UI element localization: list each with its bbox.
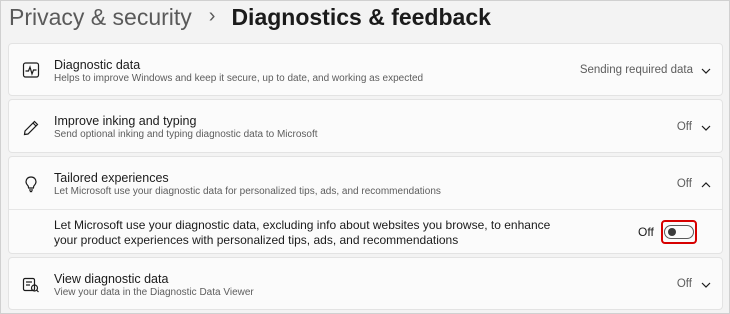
data-viewer-icon	[22, 276, 40, 294]
tailored-experiences-card: Tailored experiences Let Microsoft use y…	[8, 156, 723, 254]
view-diagnostic-data-title: View diagnostic data	[54, 272, 169, 286]
chevron-down-icon[interactable]	[700, 122, 712, 134]
tailored-experiences-toggle[interactable]	[664, 225, 694, 239]
chevron-down-icon[interactable]	[700, 279, 712, 291]
breadcrumb: Privacy & security › Diagnostics & feedb…	[9, 1, 491, 33]
inking-typing-value: Off	[676, 121, 692, 133]
tailored-experiences-title: Tailored experiences	[54, 171, 169, 185]
chevron-up-icon[interactable]	[700, 179, 712, 191]
toggle-knob	[668, 228, 676, 236]
view-diagnostic-data-card[interactable]: View diagnostic data View your data in t…	[8, 257, 723, 310]
breadcrumb-parent-privacy-security[interactable]: Privacy & security	[9, 4, 192, 31]
pen-icon	[22, 119, 40, 137]
diagnostic-data-subtitle: Helps to improve Windows and keep it sec…	[54, 73, 424, 84]
breadcrumb-separator: ›	[208, 4, 216, 27]
tailored-experiences-setting-row: Let Microsoft use your diagnostic data, …	[9, 209, 722, 256]
tailored-experiences-subtitle: Let Microsoft use your diagnostic data f…	[54, 186, 441, 197]
tailored-experiences-setting-text: Let Microsoft use your diagnostic data, …	[54, 218, 551, 247]
chevron-down-icon[interactable]	[700, 65, 712, 77]
pulse-chart-icon	[22, 61, 40, 79]
tailored-experiences-header[interactable]: Tailored experiences Let Microsoft use y…	[9, 157, 722, 209]
lightbulb-icon	[22, 175, 40, 193]
view-diagnostic-data-value: Off	[676, 278, 692, 290]
inking-typing-card[interactable]: Improve inking and typing Send optional …	[8, 99, 723, 153]
inking-typing-title: Improve inking and typing	[54, 114, 197, 128]
diagnostic-data-card[interactable]: Diagnostic data Helps to improve Windows…	[8, 43, 723, 96]
page-title: Diagnostics & feedback	[231, 3, 491, 30]
diagnostic-data-value: Sending required data	[579, 64, 693, 76]
tailored-experiences-value: Off	[676, 178, 692, 190]
diagnostic-data-title: Diagnostic data	[54, 58, 141, 72]
settings-window: Privacy & security › Diagnostics & feedb…	[0, 0, 730, 314]
inking-typing-subtitle: Send optional inking and typing diagnost…	[54, 129, 318, 140]
view-diagnostic-data-subtitle: View your data in the Diagnostic Data Vi…	[54, 287, 254, 298]
toggle-state-label: Off	[638, 225, 654, 239]
